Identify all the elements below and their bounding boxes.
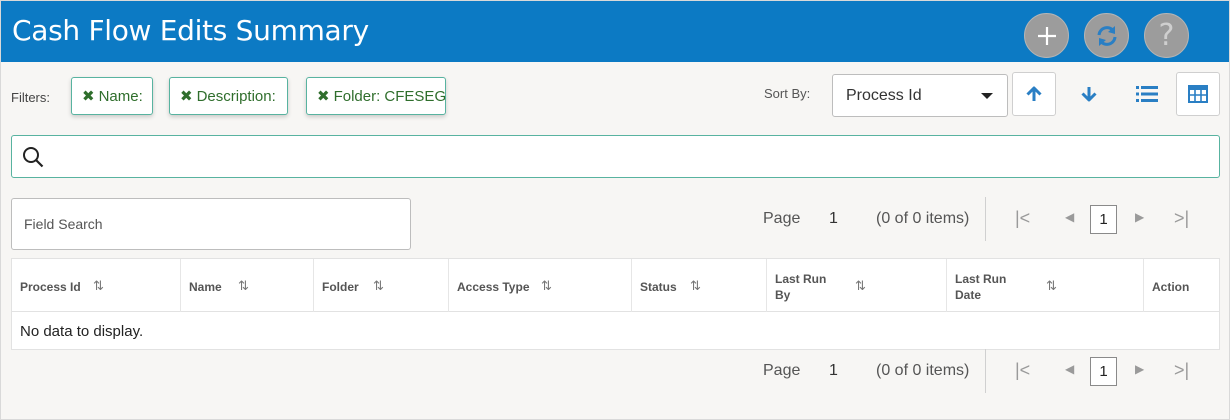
sort-by-value: Process Id <box>846 86 922 104</box>
items-count: (0 of 0 items) <box>876 362 970 379</box>
sort-toggle-icon[interactable]: ⇅ <box>541 278 552 294</box>
search-input[interactable] <box>56 142 1206 172</box>
column-header-folder[interactable]: Folder ⇅ <box>313 259 448 312</box>
filters-label: Filters: <box>11 90 50 105</box>
filter-chip-folder[interactable]: ✖ Folder: CFESEG <box>306 77 446 115</box>
page-header: Cash Flow Edits Summary ? <box>1 1 1229 62</box>
page-title: Cash Flow Edits Summary <box>12 14 369 47</box>
table-header: Process Id ⇅ Name ⇅ Folder ⇅ Access Type… <box>12 259 1219 312</box>
remove-filter-icon[interactable]: ✖ <box>82 87 95 105</box>
filter-chip-description[interactable]: ✖ Description: <box>169 77 288 115</box>
column-header-last-run-date[interactable]: Last Run Date ⇅ <box>946 259 1143 312</box>
column-label: Last Run By <box>775 272 827 302</box>
filter-chip-label: Name: <box>98 87 143 105</box>
refresh-icon <box>1097 25 1116 46</box>
previous-page-icon[interactable]: ◀ <box>1065 210 1074 224</box>
remove-filter-icon[interactable]: ✖ <box>317 87 330 105</box>
current-page-input[interactable]: 1 <box>1090 205 1117 234</box>
add-button[interactable] <box>1024 13 1069 58</box>
page-number: 1 <box>829 362 838 379</box>
filter-chip-label: Description: <box>196 87 276 105</box>
last-page-icon[interactable]: >| <box>1174 208 1189 229</box>
column-label: Status <box>640 280 677 294</box>
refresh-button[interactable] <box>1084 13 1129 58</box>
column-header-status[interactable]: Status ⇅ <box>631 259 766 312</box>
previous-page-icon[interactable]: ◀ <box>1065 362 1074 376</box>
column-label: Process Id <box>20 280 81 294</box>
sort-toggle-icon[interactable]: ⇅ <box>93 278 104 294</box>
column-label: Access Type <box>457 280 530 294</box>
sort-toggle-icon[interactable]: ⇅ <box>1046 278 1057 294</box>
pager-divider <box>985 349 986 393</box>
sort-toggle-icon[interactable]: ⇅ <box>855 278 866 294</box>
pagination-top: Page 1 (0 of 0 items) |< ◀ 1 ▶ >| <box>761 197 1221 241</box>
sort-toggle-icon[interactable]: ⇅ <box>238 278 249 294</box>
column-label: Name <box>189 280 222 294</box>
page-label: Page <box>763 362 801 379</box>
app-window: Cash Flow Edits Summary ? Filters: ✖ Nam… <box>0 0 1230 420</box>
column-label: Action <box>1152 280 1190 294</box>
next-page-icon[interactable]: ▶ <box>1135 362 1144 376</box>
empty-table-message: No data to display. <box>20 323 144 340</box>
sort-by-select[interactable]: Process Id <box>832 74 1008 117</box>
column-label: Folder <box>322 280 359 294</box>
sort-toggle-icon[interactable]: ⇅ <box>373 278 384 294</box>
table-icon <box>1188 85 1208 103</box>
column-header-action: Action <box>1143 259 1219 312</box>
help-button[interactable]: ? <box>1144 13 1189 58</box>
plus-icon <box>1037 26 1056 45</box>
search-bar[interactable] <box>11 135 1220 178</box>
last-page-icon[interactable]: >| <box>1174 360 1189 381</box>
sort-ascending-button[interactable] <box>1012 72 1056 116</box>
filter-chip-label: Folder: CFESEG <box>333 87 447 105</box>
arrow-up-icon <box>1026 86 1042 101</box>
pagination-bottom: Page 1 (0 of 0 items) |< ◀ 1 ▶ >| <box>761 349 1221 393</box>
list-icon <box>1136 86 1158 102</box>
items-count: (0 of 0 items) <box>876 210 970 227</box>
main-content: Filters: ✖ Name: ✖ Description: ✖ Folder… <box>1 62 1229 419</box>
first-page-icon[interactable]: |< <box>1015 208 1030 229</box>
first-page-icon[interactable]: |< <box>1015 360 1030 381</box>
pager-divider <box>985 197 986 241</box>
page-label: Page <box>763 210 801 227</box>
sort-by-label: Sort By: <box>764 86 811 101</box>
help-icon: ? <box>1158 18 1175 53</box>
field-search-input[interactable] <box>11 198 411 250</box>
list-view-button[interactable] <box>1125 72 1169 116</box>
page-number: 1 <box>829 210 838 227</box>
column-header-last-run-by[interactable]: Last Run By ⇅ <box>766 259 946 312</box>
remove-filter-icon[interactable]: ✖ <box>180 87 193 105</box>
column-label: Last Run Date <box>955 272 1007 302</box>
column-header-access-type[interactable]: Access Type ⇅ <box>448 259 631 312</box>
sort-toggle-icon[interactable]: ⇅ <box>690 278 701 294</box>
next-page-icon[interactable]: ▶ <box>1135 210 1144 224</box>
sort-descending-button[interactable] <box>1067 72 1111 116</box>
search-icon <box>23 147 44 168</box>
column-header-process-id[interactable]: Process Id ⇅ <box>12 259 180 312</box>
table-view-button[interactable] <box>1176 72 1220 116</box>
current-page-input[interactable]: 1 <box>1090 357 1117 386</box>
column-header-name[interactable]: Name ⇅ <box>180 259 313 312</box>
filter-chip-name[interactable]: ✖ Name: <box>71 77 153 115</box>
caret-down-icon <box>981 93 993 99</box>
process-table: Process Id ⇅ Name ⇅ Folder ⇅ Access Type… <box>11 258 1220 350</box>
arrow-down-icon <box>1081 87 1097 102</box>
